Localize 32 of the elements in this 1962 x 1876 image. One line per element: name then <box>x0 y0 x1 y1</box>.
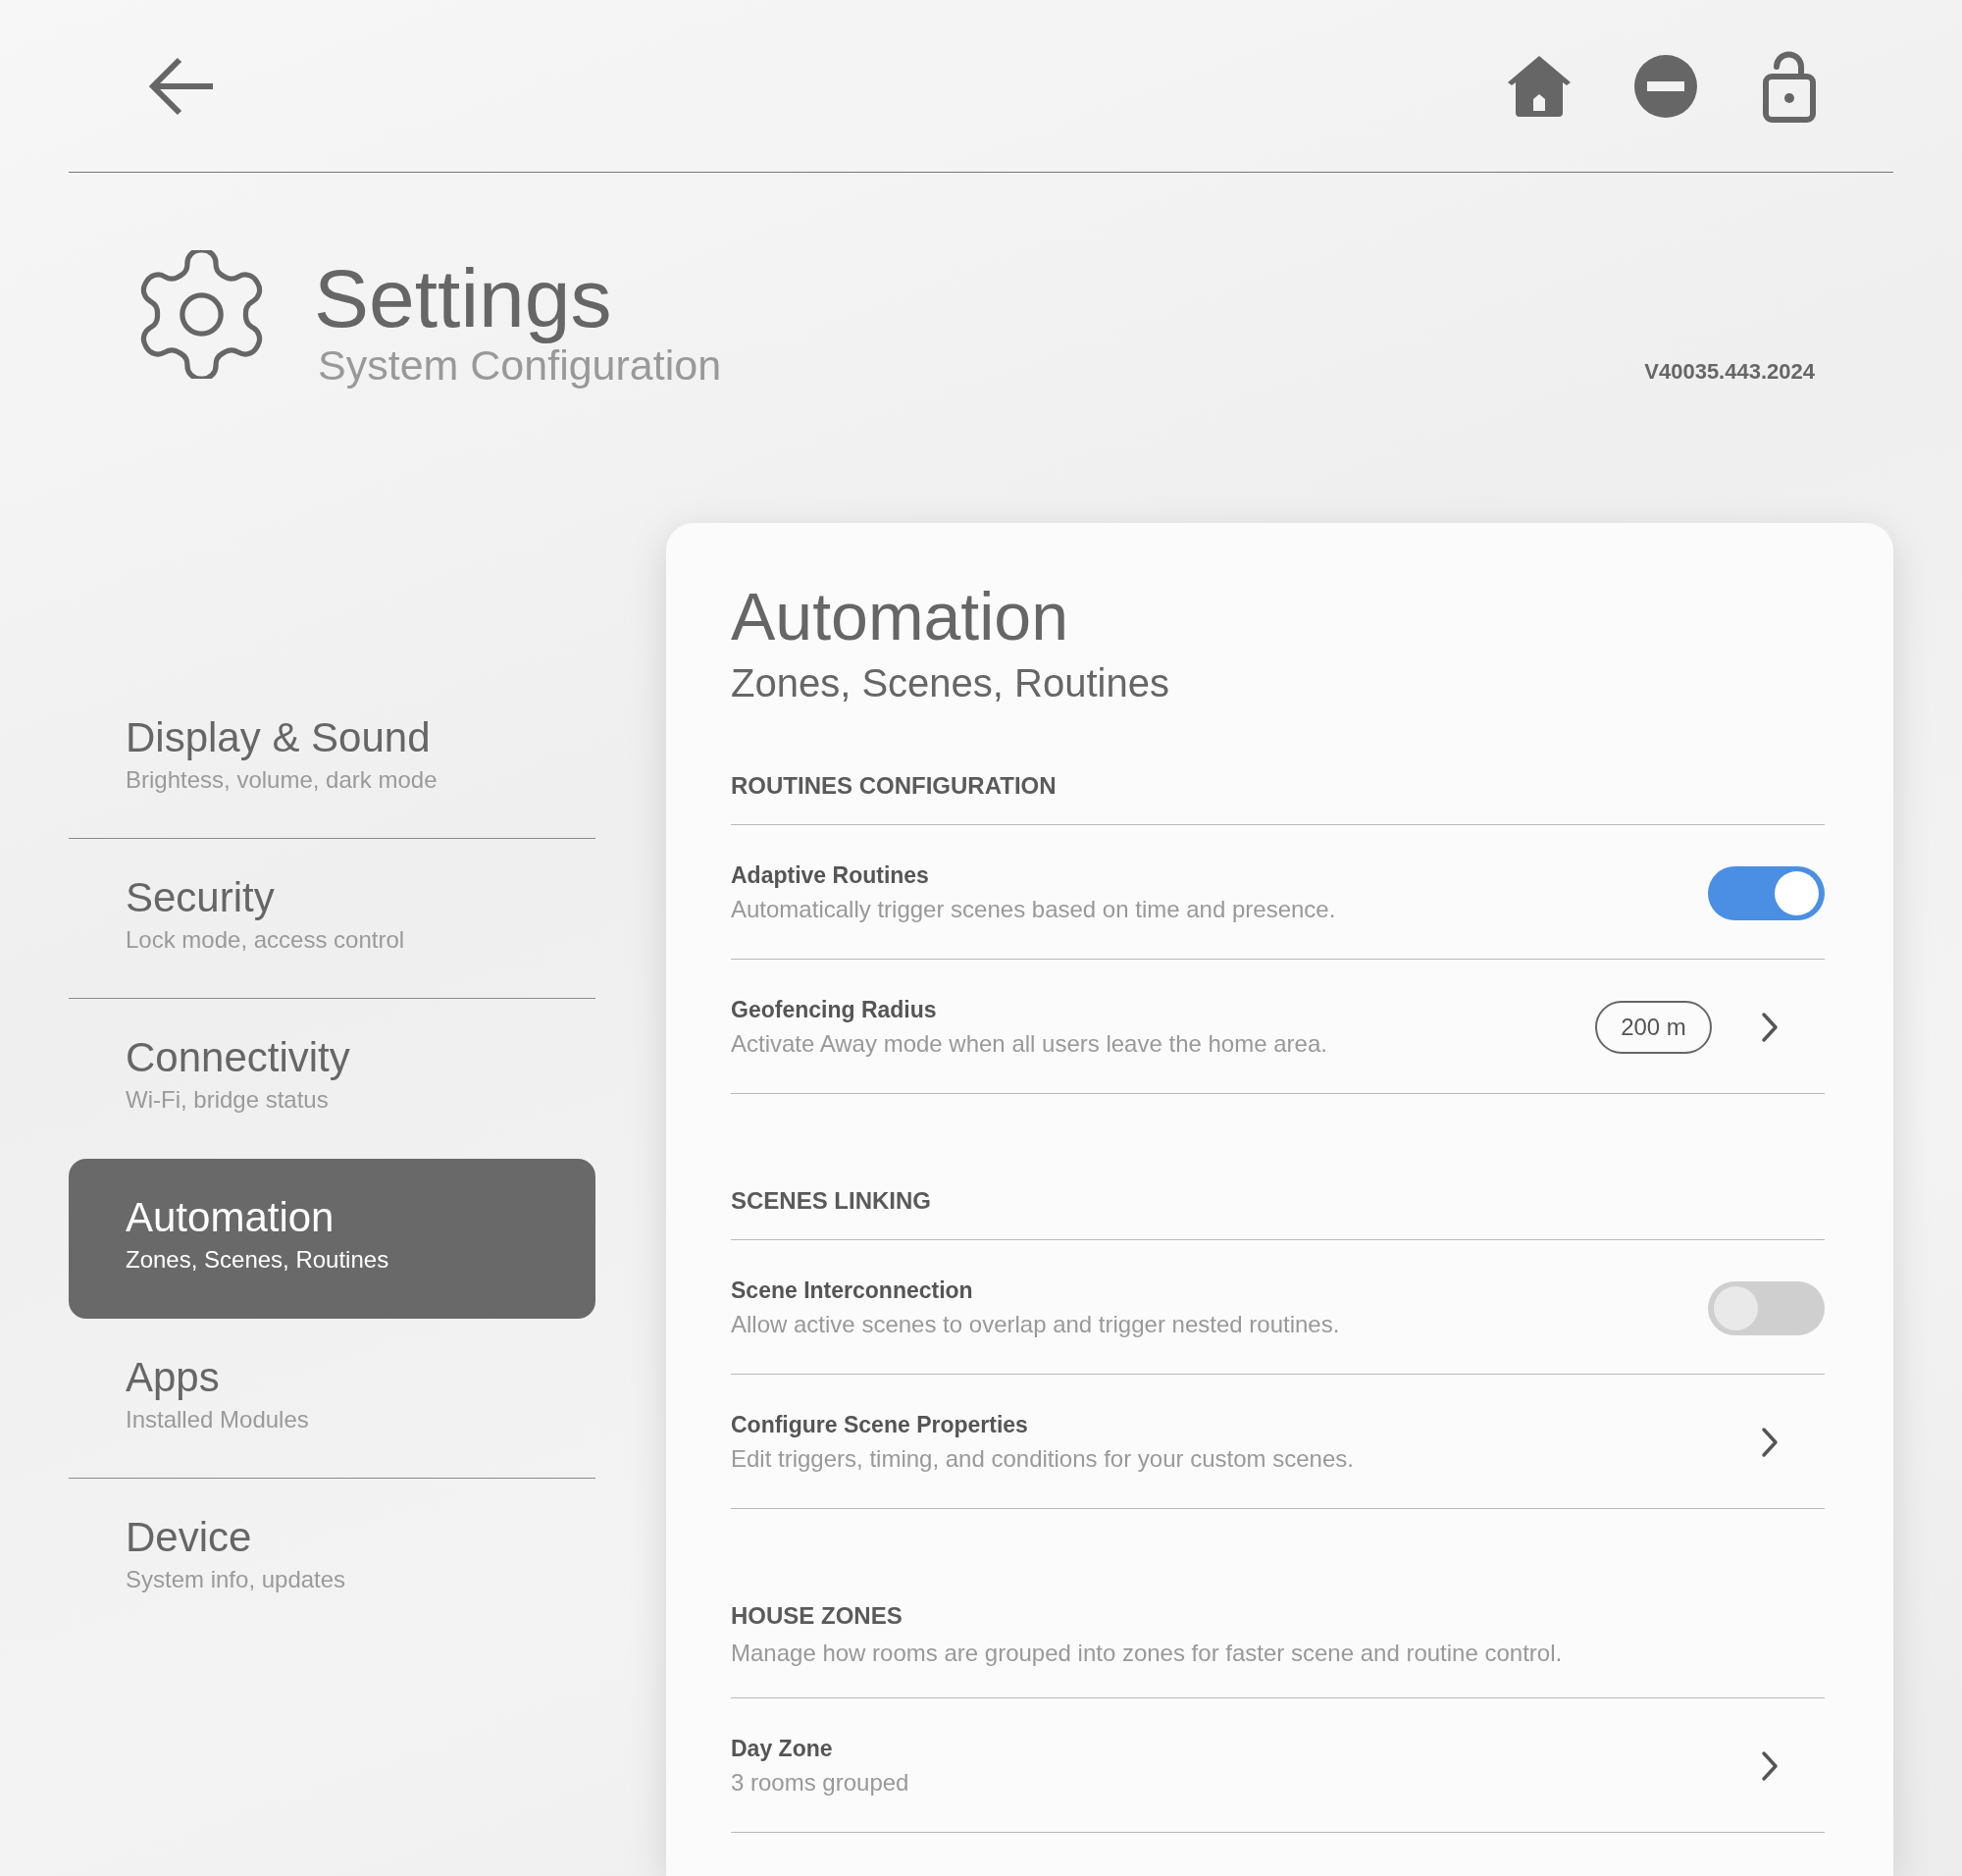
chevron-right-icon[interactable] <box>1761 1012 1779 1043</box>
setting-description: Allow active scenes to overlap and trigger nested routines. <box>731 1310 1340 1339</box>
chevron-right-icon[interactable] <box>1761 1427 1779 1458</box>
setting-description: Edit triggers, timing, and conditions for your custom scenes. <box>731 1444 1354 1474</box>
value-badge: 200 m <box>1595 1001 1712 1054</box>
setting-title: Configure Scene Properties <box>731 1411 1028 1439</box>
section-heading: SCENES LINKING <box>731 1186 932 1216</box>
page-title: Settings <box>314 255 612 341</box>
section-description: Manage how rooms are grouped into zones for faster scene and routine control. <box>731 1639 1563 1668</box>
toggle-switch[interactable] <box>1708 865 1825 920</box>
setting-description: Automatically trigger scenes based on time and presence. <box>731 895 1336 924</box>
sidebar-item[interactable]: Display & Sound Brightess, volume, dark mode <box>69 679 595 839</box>
section-heading: ROUTINES CONFIGURATION <box>731 771 1057 801</box>
setting-description: Activate Away mode when all users leave the home area. <box>731 1029 1327 1059</box>
sidebar-item[interactable]: Device System info, updates <box>69 1479 595 1639</box>
home-icon[interactable] <box>1507 54 1572 118</box>
setting-title: Geofencing Radius <box>731 996 937 1024</box>
sidebar-item[interactable]: Apps Installed Modules <box>69 1319 595 1479</box>
setting-title: Scene Interconnection <box>731 1277 973 1305</box>
sidebar-item[interactable]: Security Lock mode, access control <box>69 839 595 999</box>
panel-subtitle: Zones, Scenes, Routines <box>731 660 1169 706</box>
sidebar-item[interactable]: Connectivity Wi-Fi, bridge status <box>69 999 595 1159</box>
unlocked-padlock-icon[interactable] <box>1763 49 1816 123</box>
setting-title: Adaptive Routines <box>731 861 929 890</box>
version-label: V40035.443.2024 <box>1644 359 1815 385</box>
panel-title: Automation <box>731 578 1068 655</box>
chevron-right-icon[interactable] <box>1761 1750 1779 1782</box>
toggle-switch[interactable] <box>1708 1280 1825 1335</box>
setting-title: Day Zone <box>731 1735 833 1763</box>
setting-description: 3 rooms grouped <box>731 1768 909 1798</box>
section-heading: HOUSE ZONES <box>731 1601 903 1631</box>
sidebar-item[interactable]: Automation Zones, Scenes, Routines <box>69 1159 595 1319</box>
